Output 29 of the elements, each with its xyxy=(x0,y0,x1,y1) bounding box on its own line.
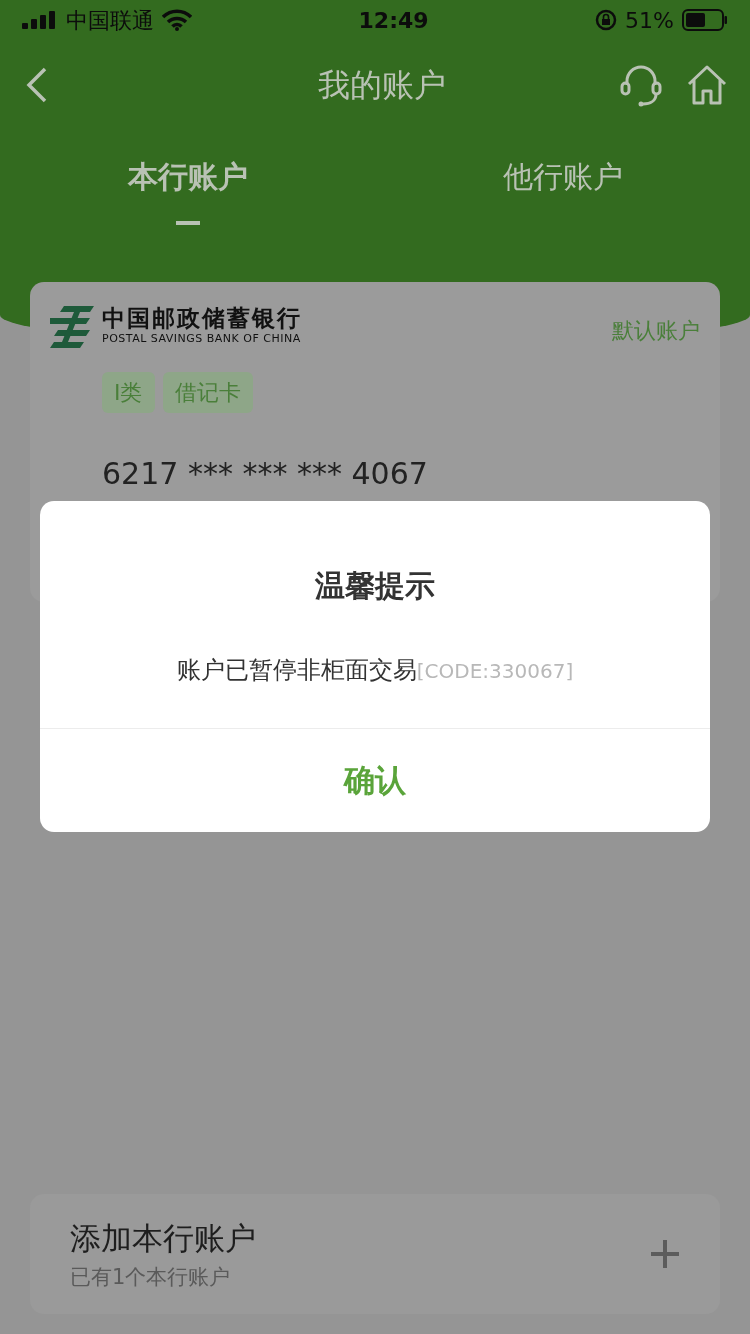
bank-name-english: POSTAL SAVINGS BANK OF CHINA xyxy=(102,331,302,348)
add-account-title: 添加本行账户 xyxy=(70,1219,256,1258)
bank-name: 中国邮政储蓄银行 xyxy=(102,306,302,332)
plus-icon[interactable] xyxy=(650,1239,680,1269)
rotation-lock-icon xyxy=(595,9,618,31)
card-tag: I类 xyxy=(102,372,155,413)
tab-indicator xyxy=(175,221,200,225)
home-icon[interactable] xyxy=(686,64,728,106)
dialog-title: 温馨提示 xyxy=(314,567,436,605)
carrier-name: 中国联通 xyxy=(66,6,154,35)
back-icon[interactable] xyxy=(26,67,48,103)
confirm-button[interactable]: 确认 xyxy=(40,728,710,832)
headset-icon[interactable] xyxy=(620,63,662,107)
account-count-text: 已有1个本行账户 xyxy=(70,1263,232,1291)
dialog-message: 账户已暂停非柜面交易 xyxy=(176,656,417,684)
signal-icon xyxy=(22,11,58,29)
battery-percent: 51% xyxy=(625,6,674,35)
wifi-icon xyxy=(162,9,192,31)
card-number: 6217 *** *** *** 4067 xyxy=(101,455,429,493)
default-account-label: 默认账户 xyxy=(612,317,700,345)
error-code: [CODE:330067] xyxy=(416,659,574,683)
account-tab[interactable]: 本行账户 xyxy=(127,154,248,199)
account-tab[interactable]: 他行账户 xyxy=(502,154,623,199)
clock-time: 12:49 xyxy=(358,6,429,35)
card-tag: 借记卡 xyxy=(162,372,253,413)
page-title: 我的账户 xyxy=(317,65,446,106)
bank-logo-icon xyxy=(50,306,94,348)
battery-icon xyxy=(682,9,728,31)
add-account-panel[interactable]: 添加本行账户 已有1个本行账户 xyxy=(30,1194,720,1314)
